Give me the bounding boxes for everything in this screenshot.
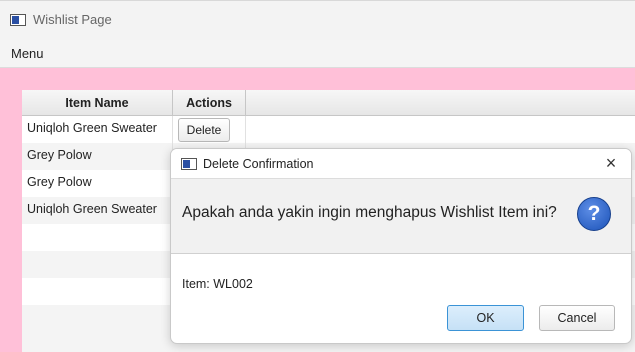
column-header-item-name[interactable]: Item Name	[22, 90, 173, 116]
dialog-content-text: Item: WL002	[182, 277, 253, 291]
cancel-button[interactable]: Cancel	[539, 305, 615, 331]
cell-item-name	[22, 278, 173, 305]
question-icon: ?	[577, 197, 611, 231]
cell-item-name	[22, 305, 173, 332]
close-icon[interactable]: ×	[599, 151, 623, 175]
cell-actions: Delete	[173, 116, 246, 143]
menu-item-menu[interactable]: Menu	[11, 46, 44, 61]
cell-item-name	[22, 224, 173, 251]
delete-confirmation-dialog: Delete Confirmation × Apakah anda yakin …	[170, 148, 632, 344]
ok-button[interactable]: OK	[447, 305, 524, 331]
cell-item-name: Grey Polow	[22, 143, 173, 170]
dialog-message: Apakah anda yakin ingin menghapus Wishli…	[182, 204, 557, 221]
window-titlebar: Wishlist Page	[0, 0, 635, 40]
dialog-titlebar[interactable]: Delete Confirmation ×	[171, 149, 631, 178]
app-window-icon	[10, 14, 26, 26]
pink-top-border	[0, 68, 635, 90]
table-row[interactable]: Uniqloh Green Sweater Delete	[22, 116, 635, 143]
table-header: Item Name Actions	[22, 90, 635, 116]
menubar: Menu	[0, 40, 635, 68]
column-header-actions[interactable]: Actions	[173, 90, 246, 116]
cell-item-name: Uniqloh Green Sweater	[22, 116, 173, 143]
cell-item-name	[22, 251, 173, 278]
cell-item-name: Uniqloh Green Sweater	[22, 197, 173, 224]
pink-left-border	[0, 90, 22, 352]
dialog-window-icon	[181, 158, 197, 170]
window-title: Wishlist Page	[33, 12, 112, 27]
dialog-title: Delete Confirmation	[203, 157, 314, 171]
delete-button[interactable]: Delete	[178, 118, 230, 142]
cell-item-name: Grey Polow	[22, 170, 173, 197]
dialog-header: Apakah anda yakin ingin menghapus Wishli…	[171, 178, 631, 254]
